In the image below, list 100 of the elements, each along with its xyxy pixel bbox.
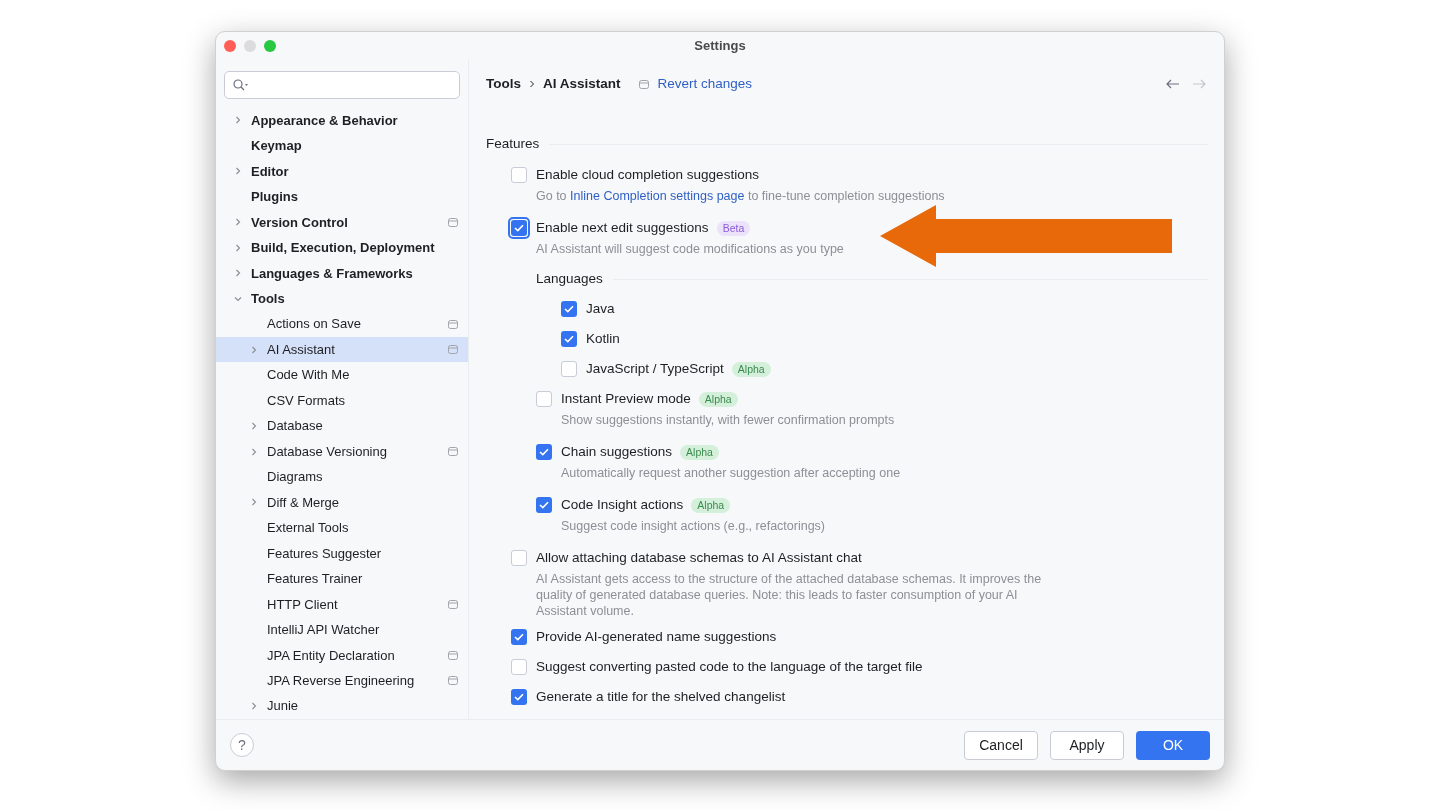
option-label[interactable]: Chain suggestions [561, 441, 673, 463]
option-label[interactable]: Enable next edit suggestions [536, 217, 709, 239]
option-label[interactable]: Kotlin [586, 328, 620, 350]
tree-item[interactable]: Plugins [216, 184, 468, 210]
option-hint: Automatically request another suggestion after accepting one [561, 465, 902, 482]
chevron-right-icon[interactable] [234, 269, 242, 278]
checkbox[interactable] [511, 659, 527, 675]
tree-item-label: External Tools [267, 519, 349, 538]
tree-item[interactable]: Features Trainer [216, 566, 468, 592]
tree-item[interactable]: Database Versioning [216, 438, 468, 465]
check-icon [539, 501, 549, 509]
option-label[interactable]: Java [586, 298, 615, 320]
option-hint: Suggest code insight actions (e.g., refactorings) [561, 518, 827, 535]
checkbox[interactable] [511, 167, 527, 183]
tree-item-label: Appearance & Behavior [251, 111, 398, 130]
option-hint: AI Assistant will suggest code modifications as you type [536, 241, 845, 258]
checkbox[interactable] [536, 444, 552, 460]
tree-item[interactable]: Features Suggester [216, 540, 468, 567]
project-scope-icon [448, 217, 458, 227]
tree-item-label: Tools [251, 290, 285, 308]
tree-item-label: Junie [267, 697, 299, 716]
option-label[interactable]: Provide AI-generated name suggestions [536, 626, 777, 648]
tree-item[interactable]: Languages & Frameworks [216, 260, 468, 286]
help-button[interactable]: ? [230, 733, 254, 757]
project-scope-icon [448, 319, 458, 329]
chevron-right-icon[interactable] [234, 243, 242, 252]
tree-item[interactable]: JPA Entity Declaration [216, 642, 468, 669]
search-field[interactable] [224, 71, 460, 99]
tree-item[interactable]: Diagrams [216, 464, 468, 490]
checkbox[interactable] [536, 391, 552, 407]
tree-item-label: Diff & Merge [267, 493, 339, 512]
option-label[interactable]: JavaScript / TypeScript [586, 358, 724, 380]
tree-item[interactable]: Actions on Save [216, 311, 468, 337]
tree-item[interactable]: Code With Me [216, 362, 468, 388]
checkbox[interactable] [511, 629, 527, 645]
tree-item[interactable]: Keymap [216, 133, 468, 159]
checkbox[interactable] [561, 331, 577, 347]
chevron-right-icon[interactable] [250, 422, 258, 431]
tree-item[interactable]: CSV Formats [216, 387, 468, 414]
chevron-right-icon[interactable] [234, 218, 242, 227]
tree-item-label: AI Assistant [267, 340, 335, 359]
window-title: Settings [694, 36, 746, 55]
chevron-right-icon[interactable] [234, 116, 242, 125]
checkbox[interactable] [561, 301, 577, 317]
secondary-dialog-button[interactable]: Cancel [964, 730, 1038, 760]
check-icon [564, 335, 574, 343]
option-label[interactable]: Instant Preview mode [561, 388, 691, 410]
check-icon [514, 633, 524, 641]
option-label[interactable]: Allow attaching database schemas to AI Assistant chat [536, 547, 862, 569]
project-scope-icon [638, 79, 649, 89]
breadcrumb-separator-icon [529, 80, 535, 88]
checkbox[interactable] [511, 550, 527, 566]
tree-item[interactable]: Junie [216, 693, 468, 719]
tree-item[interactable]: Editor [216, 158, 468, 185]
option-label[interactable]: Code Insight actions [561, 494, 684, 516]
tree-item[interactable]: Database [216, 413, 468, 439]
section-title: Features [486, 134, 540, 153]
checkbox[interactable] [561, 361, 577, 377]
chevron-right-icon[interactable] [250, 447, 258, 456]
project-scope-icon [448, 599, 458, 609]
tree-item-label: Database [267, 417, 323, 436]
chevron-right-icon[interactable] [250, 498, 258, 507]
chevron-right-icon[interactable] [250, 702, 258, 711]
tree-item[interactable]: IntelliJ API Watcher [216, 617, 468, 643]
tree-item-label: Features Trainer [267, 570, 363, 589]
tree-item[interactable]: Build, Execution, Deployment [216, 235, 468, 261]
tree-item[interactable]: External Tools [216, 515, 468, 541]
tree-item-label: Database Versioning [267, 442, 387, 461]
tree-item-label: Editor [251, 162, 289, 181]
tree-item-label: Build, Execution, Deployment [251, 239, 435, 258]
option-label[interactable]: Enable cloud completion suggestions [536, 164, 759, 186]
primary-dialog-button[interactable]: OK [1136, 730, 1210, 760]
status-badge: Alpha [691, 497, 731, 513]
revert-link[interactable]: Revert changes [657, 73, 753, 95]
settings-link[interactable]: Inline Completion settings page [570, 189, 745, 203]
option-label[interactable]: Suggest converting pasted code to the language of the target file [536, 656, 923, 678]
back-arrow-icon[interactable] [1166, 78, 1180, 90]
tree-item-label: Actions on Save [267, 315, 361, 334]
secondary-dialog-button[interactable]: Apply [1050, 730, 1124, 760]
chevron-down-icon[interactable] [234, 294, 242, 303]
status-badge: Alpha [731, 361, 771, 377]
checkbox[interactable] [511, 689, 527, 705]
option-label[interactable]: Generate a title for the shelved changelist [536, 686, 786, 708]
tree-item[interactable]: Tools [216, 286, 468, 312]
status-badge: Beta [716, 220, 751, 236]
tree-item[interactable]: HTTP Client [216, 591, 468, 618]
tree-item[interactable]: Appearance & Behavior [216, 107, 468, 134]
checkbox[interactable] [536, 497, 552, 513]
option-hint: Go to Inline Completion settings page to fine-tune completion suggestions [536, 188, 946, 205]
tree-item[interactable]: JPA Reverse Engineering [216, 668, 468, 694]
tree-item[interactable]: Diff & Merge [216, 489, 468, 516]
chevron-right-icon[interactable] [250, 345, 258, 354]
close-window-button[interactable] [224, 39, 236, 52]
chevron-right-icon[interactable] [234, 167, 242, 176]
tree-item[interactable]: AI Assistant [216, 336, 468, 363]
project-scope-icon [448, 676, 458, 686]
tree-item-label: Languages & Frameworks [251, 264, 413, 283]
tree-item[interactable]: Version Control [216, 209, 468, 236]
zoom-window-button[interactable] [264, 39, 276, 52]
tree-item-label: HTTP Client [267, 595, 338, 614]
